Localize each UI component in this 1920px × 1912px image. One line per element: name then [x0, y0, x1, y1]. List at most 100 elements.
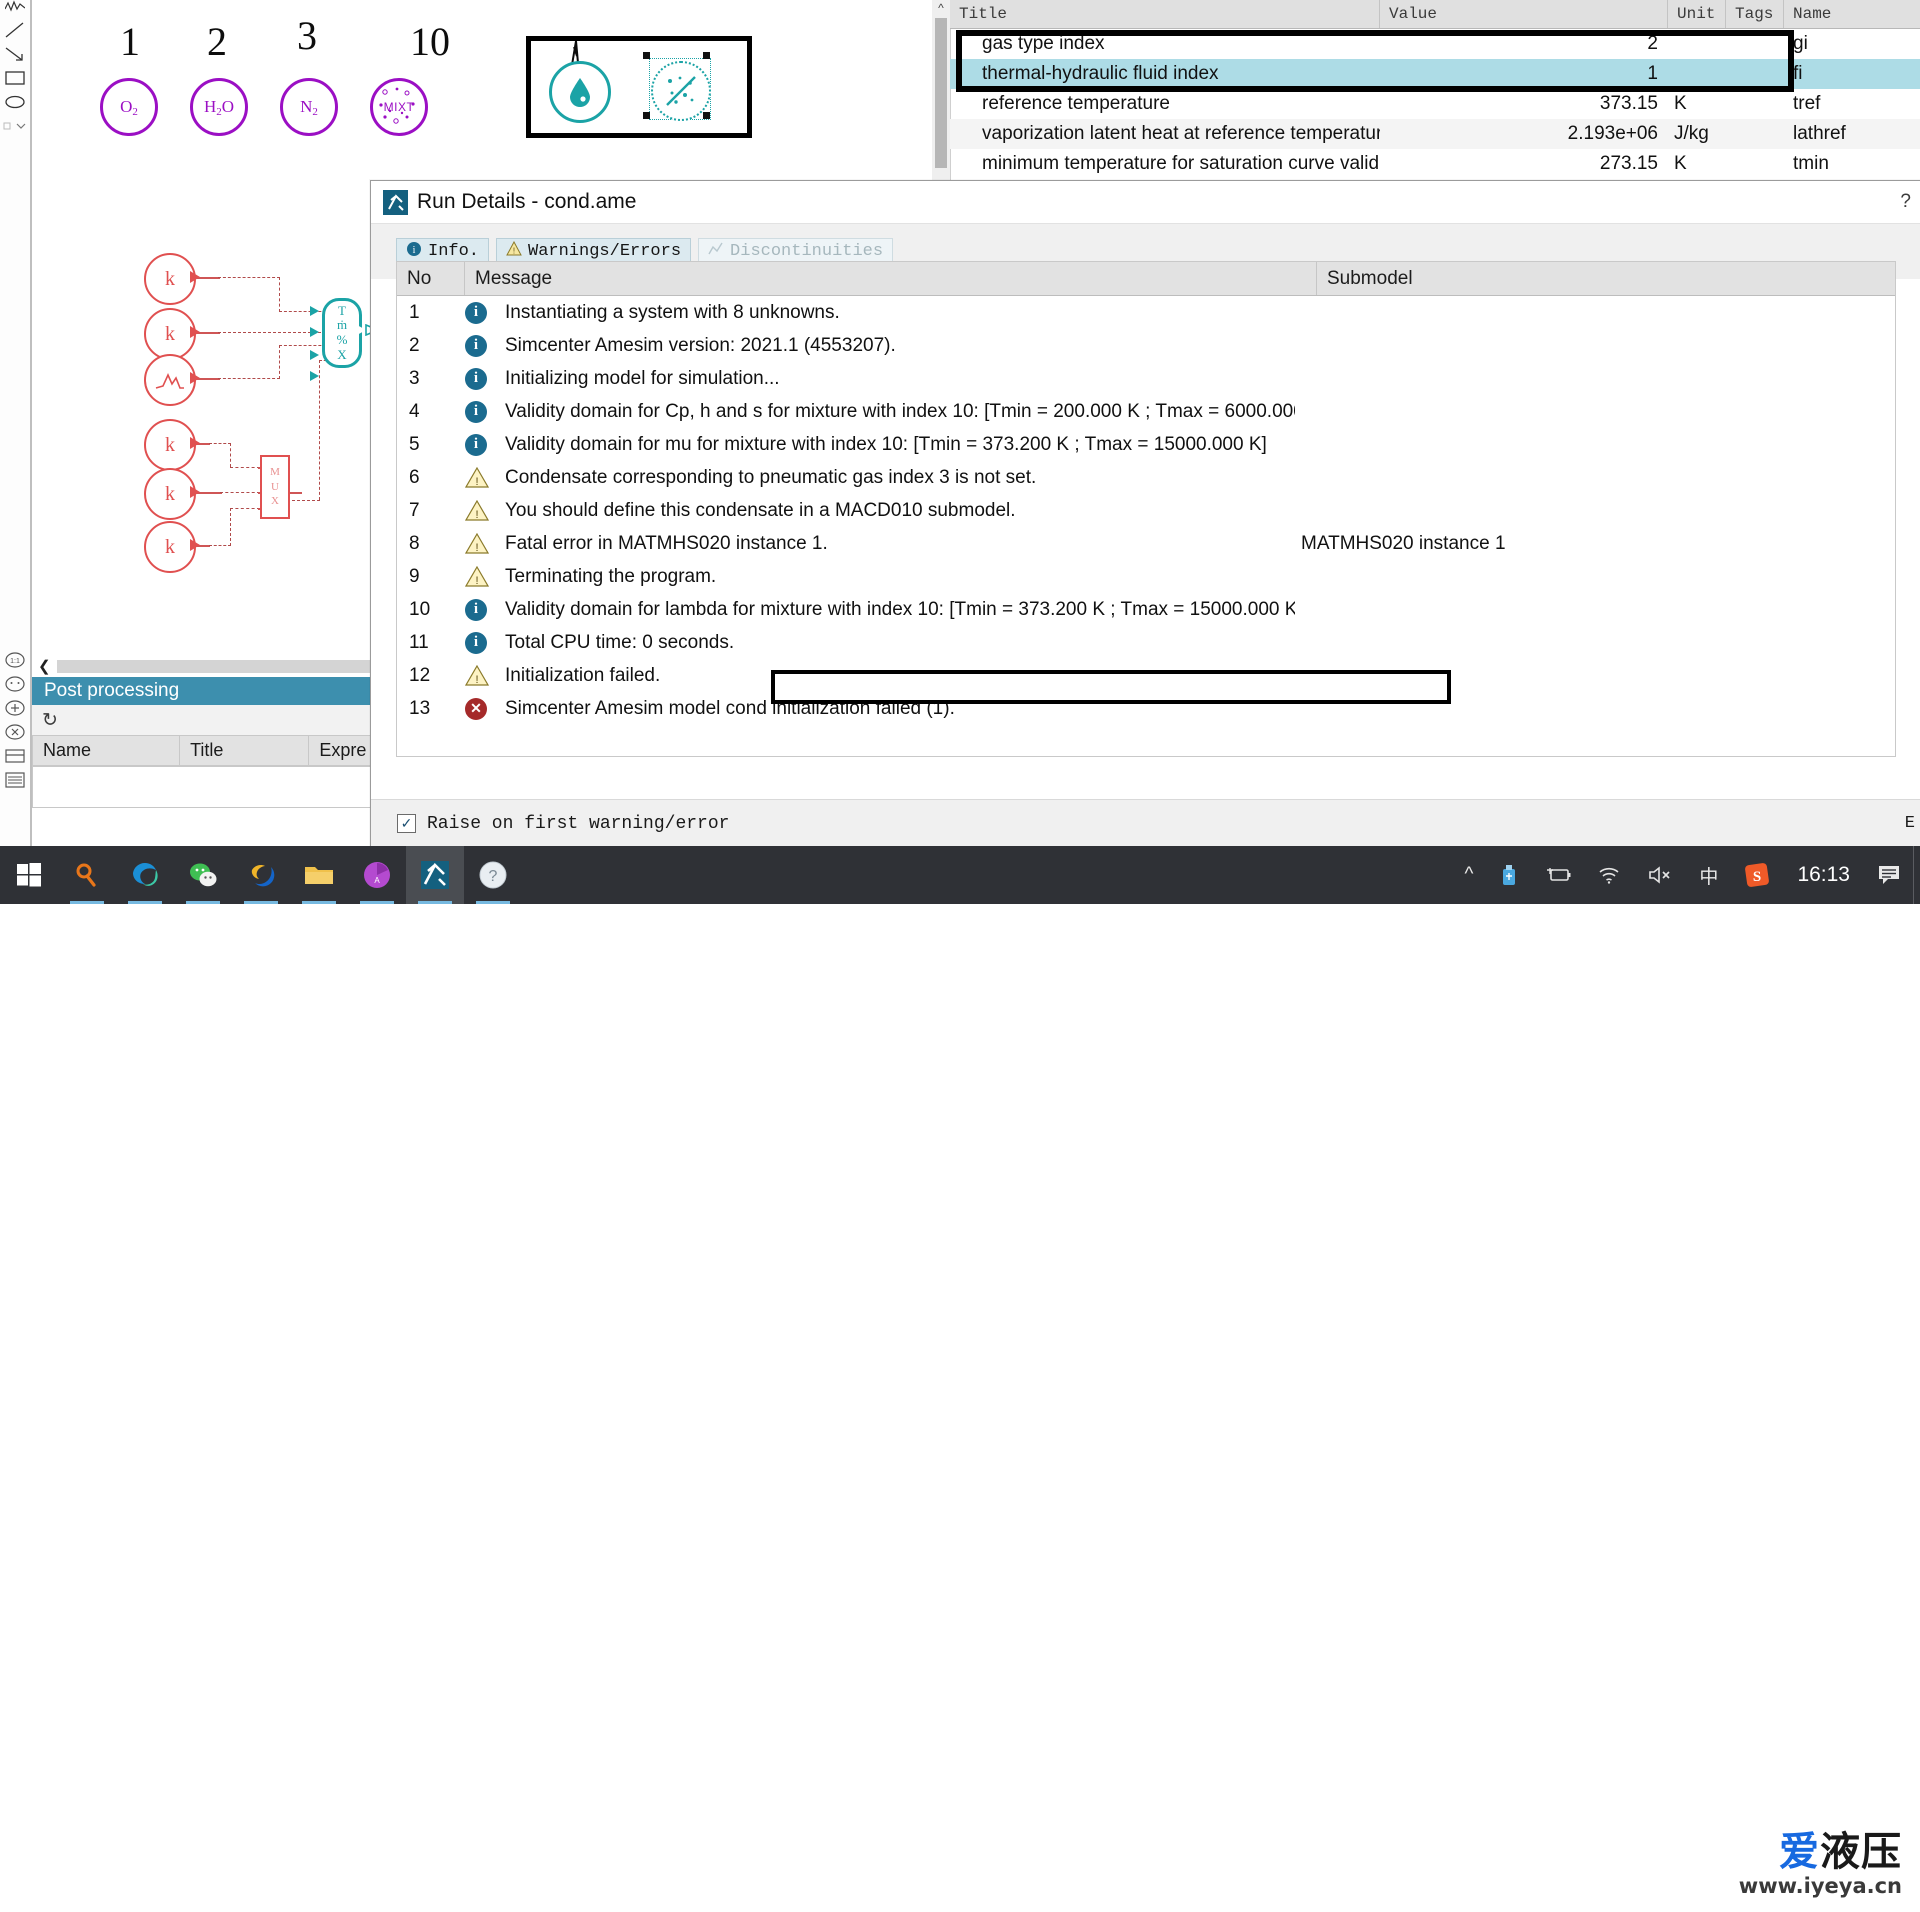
dialog-help-icon[interactable]: ? [1900, 191, 1911, 213]
more-tools-chevron-icon[interactable] [2, 114, 28, 138]
zoom-fit-icon[interactable] [2, 672, 28, 696]
battery-icon[interactable] [1532, 846, 1584, 904]
message-row-5[interactable]: 5 i Validity domain for mu for mixture w… [397, 428, 1895, 461]
message-row-11[interactable]: 11 i Total CPU time: 0 seconds. [397, 626, 1895, 659]
msg-no-4: 4 [409, 400, 420, 422]
notification-icon[interactable] [1864, 846, 1914, 904]
taskbar-clock[interactable]: 16:13 [1783, 863, 1864, 887]
selection-handle-tr[interactable] [703, 52, 710, 59]
param-row-tref[interactable]: reference temperature 373.15 K tref [950, 89, 1920, 119]
gain-node-k-4[interactable]: k [144, 468, 196, 520]
param-col-title[interactable]: Title [950, 0, 1380, 28]
selection-handle-tl[interactable] [643, 52, 650, 59]
scroll-up-arrow-icon[interactable]: ^ [932, 0, 950, 16]
list-view-icon[interactable] [2, 768, 28, 792]
param-value-lathref[interactable]: 2.193e+06 [1380, 123, 1668, 145]
zoom-reset-icon[interactable] [2, 720, 28, 744]
chevron-left-icon[interactable]: ❮ [32, 657, 57, 675]
two-phase-fluid-icon[interactable] [651, 61, 711, 121]
wifi-icon[interactable] [1584, 846, 1634, 904]
message-row-7[interactable]: 7 ! You should define this condensate in… [397, 494, 1895, 527]
param-col-name[interactable]: Name [1784, 0, 1920, 28]
param-value-tmin[interactable]: 273.15 [1380, 153, 1668, 175]
show-hidden-icons[interactable]: ^ [1452, 846, 1487, 904]
handwritten-label-3: 3 [297, 13, 317, 58]
param-value-tref[interactable]: 373.15 [1380, 93, 1668, 115]
ime-chinese-icon[interactable]: 中 [1686, 846, 1731, 904]
message-table[interactable]: No Message Submodel 1 i Instantiating a … [396, 261, 1896, 757]
gain-node-k-5[interactable]: k [144, 521, 196, 573]
message-row-2[interactable]: 2 i Simcenter Amesim version: 2021.1 (45… [397, 329, 1895, 362]
search-button[interactable] [58, 846, 116, 904]
message-row-4[interactable]: 4 i Validity domain for Cp, h and s for … [397, 395, 1895, 428]
pp-col-title[interactable]: Title [180, 736, 310, 765]
mux-block[interactable]: M U X [260, 455, 290, 519]
amesim-button[interactable] [406, 846, 464, 904]
raise-on-first-warning-checkbox[interactable]: ✓ [397, 814, 416, 833]
start-button[interactable] [0, 846, 58, 904]
message-row-3[interactable]: 3 i Initializing model for simulation... [397, 362, 1895, 395]
rectangle-tool-icon[interactable] [2, 66, 28, 90]
msg-col-submodel[interactable]: Submodel [1317, 262, 1895, 295]
signal-waveform-tool-icon[interactable] [2, 0, 28, 18]
msg-col-message[interactable]: Message [465, 262, 1317, 295]
msg-col-no[interactable]: No [397, 262, 465, 295]
param-row-tmin[interactable]: minimum temperature for saturation curve… [950, 149, 1920, 179]
app4-button[interactable] [232, 846, 290, 904]
msg-text-13: Simcenter Amesim model cond initializati… [505, 697, 955, 719]
arrow-tool-icon[interactable] [2, 42, 28, 66]
post-processing-collapse-bar[interactable]: ❮ [32, 655, 372, 677]
pp-col-expression[interactable]: Expre [309, 736, 371, 765]
zoom-in-icon[interactable] [2, 696, 28, 720]
layout-panel-icon[interactable] [2, 744, 28, 768]
gain-node-k-2[interactable]: k [144, 308, 196, 360]
pp-col-name[interactable]: Name [33, 736, 181, 765]
param-col-value[interactable]: Value [1380, 0, 1668, 28]
sogou-icon[interactable]: S [1731, 846, 1783, 904]
param-col-unit[interactable]: Unit [1668, 0, 1726, 28]
liquid-droplet-icon[interactable] [549, 61, 611, 123]
message-row-13[interactable]: 13 ✕ Simcenter Amesim model cond initial… [397, 692, 1895, 725]
gain-node-k-1[interactable]: k [144, 253, 196, 305]
zoom-1-1-icon[interactable]: 1:1 [2, 648, 28, 672]
gain-node-k-3[interactable]: k [144, 419, 196, 471]
gas-node-o2[interactable]: O2 [100, 78, 158, 136]
help-button[interactable]: ? [464, 846, 522, 904]
gas-node-mixt[interactable]: MIXT [370, 78, 428, 136]
message-row-12[interactable]: 12 ! Initialization failed. [397, 659, 1895, 692]
edge-button[interactable] [116, 846, 174, 904]
usb-device-icon[interactable] [1486, 846, 1532, 904]
message-row-10[interactable]: 10 i Validity domain for lambda for mixt… [397, 593, 1895, 626]
message-row-9[interactable]: 9 ! Terminating the program. [397, 560, 1895, 593]
selection-handle-br[interactable] [703, 112, 710, 119]
msg-no-8: 8 [409, 532, 420, 554]
param-row-lathref[interactable]: vaporization latent heat at reference te… [950, 119, 1920, 149]
message-row-1[interactable]: 1 i Instantiating a system with 8 unknow… [397, 296, 1895, 329]
tab-warnings-errors-label: Warnings/Errors [528, 242, 682, 261]
explorer-button[interactable] [290, 846, 348, 904]
param-table-scrollbar[interactable]: ^ [932, 0, 951, 182]
param-value-fi[interactable]: 1 [1380, 63, 1668, 85]
message-row-6[interactable]: 6 ! Condensate corresponding to pneumati… [397, 461, 1895, 494]
dialog-footer-right-label[interactable]: E [1905, 814, 1915, 833]
gas-node-n2[interactable]: N2 [280, 78, 338, 136]
line-tool-icon[interactable] [2, 18, 28, 42]
ellipse-tool-icon[interactable] [2, 90, 28, 114]
gas-node-h2o[interactable]: H2O [190, 78, 248, 136]
app6-button[interactable]: A [348, 846, 406, 904]
selection-handle-bl[interactable] [643, 112, 650, 119]
scrollbar-thumb[interactable] [935, 18, 947, 168]
param-row-fi[interactable]: thermal-hydraulic fluid index 1 fi [950, 59, 1920, 89]
param-value-gi[interactable]: 2 [1380, 33, 1668, 55]
wechat-button[interactable] [174, 846, 232, 904]
thermo-port-block[interactable]: T ṁ % X [322, 298, 362, 368]
run-details-dialog[interactable]: Run Details - cond.ame ? i Info. ! Warni… [370, 180, 1920, 848]
volume-muted-icon[interactable] [1634, 846, 1686, 904]
refresh-icon[interactable]: ↻ [42, 709, 58, 732]
message-row-8[interactable]: 8 ! Fatal error in MATMHS020 instance 1.… [397, 527, 1895, 560]
param-table[interactable]: Title Value Unit Tags Name gas type inde… [950, 0, 1920, 182]
param-col-tags[interactable]: Tags [1726, 0, 1784, 28]
post-processing-table-body[interactable] [32, 766, 372, 808]
signal-waveform-node[interactable] [144, 354, 196, 406]
param-row-gi[interactable]: gas type index 2 gi [950, 29, 1920, 59]
